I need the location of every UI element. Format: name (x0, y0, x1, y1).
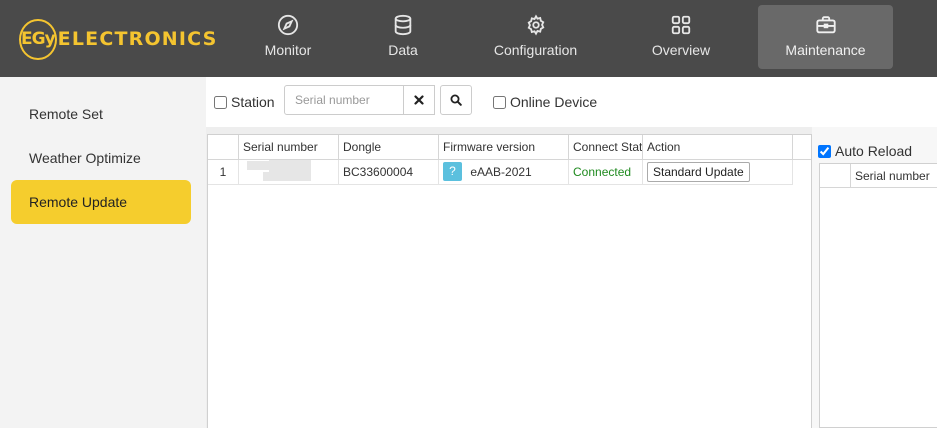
column-header[interactable]: Connect Stat (569, 135, 643, 160)
close-icon (414, 95, 424, 105)
redacted-serial (263, 172, 311, 181)
table-header: Serial number Dongle Firmware version Co… (208, 135, 811, 160)
briefcase-icon (815, 16, 836, 34)
nav-maintenance[interactable]: Maintenance (758, 5, 893, 69)
nav-data[interactable]: Data (368, 5, 438, 69)
nav-label: Data (388, 42, 418, 58)
column-header[interactable]: Serial number (851, 164, 937, 188)
redacted-serial (269, 160, 311, 172)
sidebar-item-remote-update[interactable]: Remote Update (11, 180, 191, 224)
serial-search-input[interactable] (284, 85, 404, 115)
nav-configuration[interactable]: Configuration (488, 5, 583, 69)
column-header[interactable]: Action (643, 135, 793, 160)
nav-label: Monitor (264, 42, 312, 58)
status-badge: Connected (569, 160, 643, 185)
nav-overview[interactable]: Overview (641, 5, 721, 69)
online-device-label: Online Device (510, 94, 598, 110)
logo-badge: EGy (19, 18, 57, 60)
sidebar-item-weather-optimize[interactable]: Weather Optimize (11, 136, 191, 180)
online-device-checkbox[interactable]: Online Device (493, 94, 597, 110)
logo-text: ELECTRONICS (57, 28, 218, 50)
top-bar: EGy ELECTRONICS Monitor Data Configurati… (0, 0, 937, 77)
nav-label: Configuration (493, 42, 578, 58)
firmware-version: eAAB-2021 (470, 165, 532, 179)
search-button[interactable] (440, 85, 472, 115)
nav-label: Maintenance (785, 42, 866, 58)
station-checkbox[interactable]: Station (214, 94, 275, 110)
column-header[interactable]: Serial number (239, 135, 339, 160)
serial-cell (239, 160, 339, 185)
database-icon (394, 14, 412, 36)
row-number-header (208, 135, 239, 160)
station-checkbox-input[interactable] (214, 95, 227, 109)
standard-update-button[interactable]: Standard Update (647, 162, 750, 182)
auto-reload-checkbox-input[interactable] (818, 144, 831, 158)
station-label: Station (231, 94, 275, 110)
scroll-header-spacer (793, 135, 811, 160)
nav-monitor[interactable]: Monitor (248, 5, 328, 69)
compass-icon (277, 14, 299, 36)
grid-icon (671, 15, 691, 35)
auto-reload-checkbox[interactable]: Auto Reload (818, 143, 912, 159)
logo[interactable]: EGy ELECTRONICS (19, 18, 216, 60)
sidebar-item-remote-set[interactable]: Remote Set (11, 92, 191, 136)
auto-reload-table: Serial number (819, 163, 937, 428)
devices-table: Serial number Dongle Firmware version Co… (207, 134, 812, 428)
firmware-cell: ? eAAB-2021 (439, 160, 569, 185)
table-row[interactable]: 1 BC33600004 ? eAAB-2021 Connected Stand… (208, 160, 793, 185)
auto-reload-label: Auto Reload (835, 143, 913, 159)
right-panel: Auto Reload Serial number (812, 127, 937, 428)
action-cell: Standard Update (643, 160, 793, 185)
sidebar: Remote Set Weather Optimize Remote Updat… (0, 77, 206, 428)
dongle-cell: BC33600004 (339, 160, 439, 185)
toolbar: Station Online Device (206, 77, 937, 127)
clear-search-button[interactable] (403, 85, 435, 115)
row-number: 1 (208, 160, 239, 185)
row-number-header (820, 164, 851, 188)
firmware-info-button[interactable]: ? (443, 162, 462, 182)
table-header: Serial number (820, 164, 937, 188)
redacted-serial (247, 161, 269, 170)
search-icon (450, 94, 462, 106)
nav-label: Overview (651, 42, 711, 58)
online-device-checkbox-input[interactable] (493, 95, 506, 109)
column-header[interactable]: Dongle (339, 135, 439, 160)
gear-icon (527, 14, 544, 36)
column-header[interactable]: Firmware version (439, 135, 569, 160)
